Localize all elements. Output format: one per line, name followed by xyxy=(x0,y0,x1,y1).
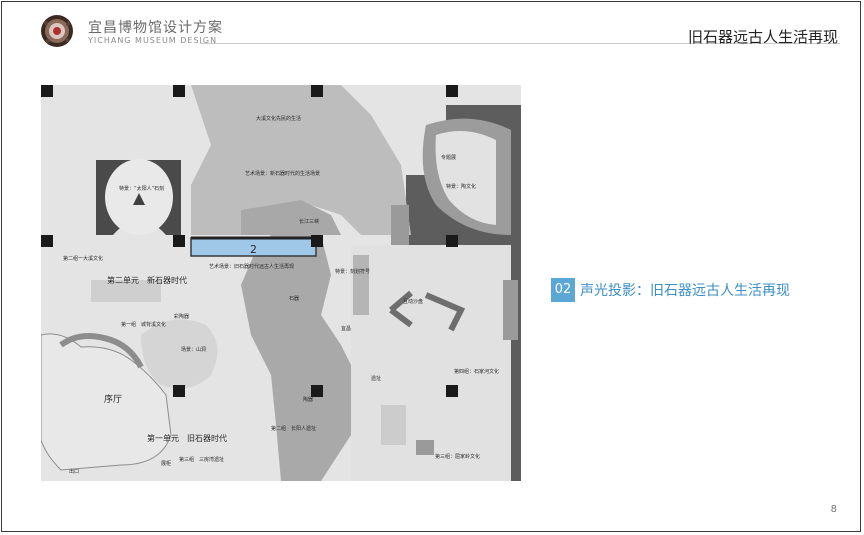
pillar xyxy=(41,85,53,97)
label-scene-quju: 特景：陶文化 xyxy=(446,183,476,190)
label-daxi-life: 大溪文化先民的生活 xyxy=(256,115,301,122)
pillar xyxy=(446,235,458,247)
label-group3: 第三组 三房湾遗址 xyxy=(179,456,224,463)
label-art-scene2: 艺术场景：新石器时代的生活场景 xyxy=(245,170,320,177)
callout-text: 声光投影：旧石器远古人生活再现 xyxy=(580,283,790,299)
label-project: 专题展 xyxy=(441,154,456,161)
label-unit1: 第一单元 旧石器时代 xyxy=(147,433,227,443)
label-unit2: 第二单元 新石器时代 xyxy=(107,275,187,285)
label-stone-tools: 石器 xyxy=(289,296,299,302)
label-big-scene: 特景：“太阳人”石刻 xyxy=(119,185,164,192)
display-case-2 xyxy=(353,255,369,315)
pillar xyxy=(446,385,458,397)
pillar xyxy=(446,85,458,97)
pillar xyxy=(173,85,185,97)
label-group3b: 第三组：屈家岭文化 xyxy=(435,453,480,460)
label-group5: 第四组：石家河文化 xyxy=(454,368,499,375)
label-exit: 出口 xyxy=(69,468,79,475)
floor-plan: 序厅 第一单元 旧石器时代 第二单元 新石器时代 第二组一大溪文化 2 特景：“… xyxy=(41,85,521,481)
pillar xyxy=(311,85,323,97)
pillar xyxy=(173,385,185,397)
label-painted-pottery: 彩陶器 xyxy=(174,313,189,320)
page-title: 旧石器远古人生活再现 xyxy=(687,28,838,46)
pillar xyxy=(311,235,323,247)
label-art-scene: 艺术场景：旧石器时代远古人生活再现 xyxy=(209,263,294,270)
pillar xyxy=(173,235,185,247)
label-sandbox: 互动沙盘 xyxy=(403,298,423,305)
label-lobby: 序厅 xyxy=(104,393,122,405)
label-group1: 第一组 城背溪文化 xyxy=(121,321,166,328)
label-yichang-map: 宜昌 xyxy=(341,325,351,332)
display-case-3 xyxy=(503,280,518,340)
label-ruins: 遗址 xyxy=(371,375,381,382)
pillar xyxy=(41,235,53,247)
label-display: 展柜 xyxy=(161,460,171,467)
label-scene-carving: 特景：刻划符号 xyxy=(335,268,370,275)
label-pottery: 陶器 xyxy=(303,396,313,403)
brand-name-cn: 宜昌博物馆设计方案 xyxy=(88,20,223,36)
callout-number-badge: 02 xyxy=(551,278,575,302)
display-case-5 xyxy=(381,405,406,445)
label-changyang: 第二组 长阳人遗址 xyxy=(271,425,316,432)
label-unit2-sec1: 第二组一大溪文化 xyxy=(63,255,103,262)
page-number: 8 xyxy=(830,504,837,515)
label-site-marker: 2 xyxy=(250,243,257,256)
museum-logo-icon xyxy=(41,15,73,47)
label-cave: 场景：山洞 xyxy=(181,346,206,353)
label-river-scene: 长江三峡 xyxy=(299,218,319,225)
floor-plan-drawing: 序厅 第一单元 旧石器时代 第二单元 新石器时代 第二组一大溪文化 2 特景：“… xyxy=(41,85,521,481)
brand-name-en: YICHANG MUSEUM DESIGN xyxy=(88,36,218,45)
pillar xyxy=(311,385,323,397)
display-case-4 xyxy=(416,440,434,455)
display-case-1 xyxy=(391,205,409,245)
